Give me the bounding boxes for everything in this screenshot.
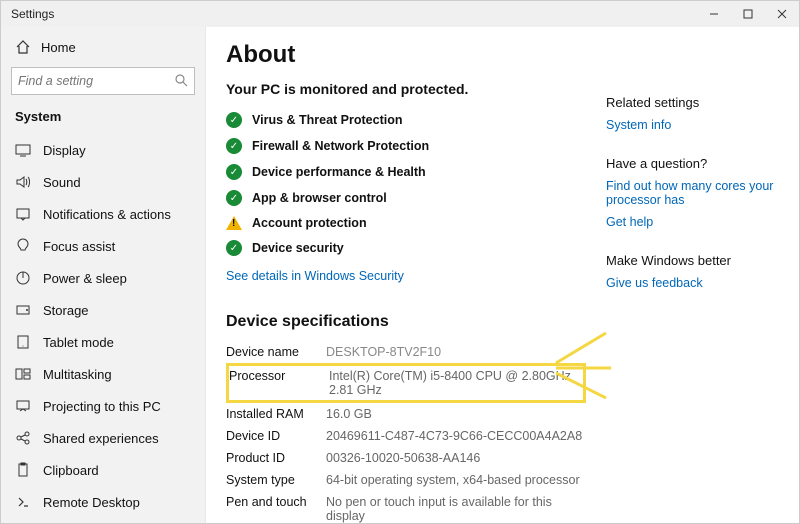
cores-help-link[interactable]: Find out how many cores your processor h… xyxy=(606,179,781,207)
titlebar: Settings xyxy=(1,1,799,27)
nav-notifications[interactable]: Notifications & actions xyxy=(1,198,205,230)
right-column: Related settings System info Have a ques… xyxy=(606,41,781,523)
check-icon: ✓ xyxy=(226,138,242,154)
spec-row-device-name: Device name DESKTOP-8TV2F10 xyxy=(226,341,586,363)
protect-item-virus: ✓Virus & Threat Protection xyxy=(226,107,586,133)
shared-icon xyxy=(15,430,31,446)
nav-remote-desktop[interactable]: Remote Desktop xyxy=(1,486,205,518)
feedback-link[interactable]: Give us feedback xyxy=(606,276,781,290)
tablet-icon xyxy=(15,334,31,350)
nav-sound[interactable]: Sound xyxy=(1,166,205,198)
protect-item-firewall: ✓Firewall & Network Protection xyxy=(226,133,586,159)
power-icon xyxy=(15,270,31,286)
search-icon xyxy=(174,73,188,90)
nav-label: Clipboard xyxy=(43,463,99,478)
device-name-value: DESKTOP-8TV2F10 xyxy=(326,345,586,359)
nav-focus-assist[interactable]: Focus assist xyxy=(1,230,205,262)
nav-display[interactable]: Display xyxy=(1,134,205,166)
nav-label: Multitasking xyxy=(43,367,112,382)
spec-row-pen-touch: Pen and touch No pen or touch input is a… xyxy=(226,491,586,523)
page-title: About xyxy=(226,41,586,69)
multitasking-icon xyxy=(15,366,31,382)
remote-desktop-icon xyxy=(15,494,31,510)
focus-assist-icon xyxy=(15,238,31,254)
nav-label: Focus assist xyxy=(43,239,115,254)
maximize-button[interactable] xyxy=(731,1,765,27)
spec-table: Device name DESKTOP-8TV2F10 Processor In… xyxy=(226,341,586,523)
nav-shared-experiences[interactable]: Shared experiences xyxy=(1,422,205,454)
nav-label: Power & sleep xyxy=(43,271,127,286)
nav-label: Display xyxy=(43,143,86,158)
section-header: System xyxy=(1,103,205,134)
minimize-button[interactable] xyxy=(697,1,731,27)
window-title: Settings xyxy=(11,7,54,21)
make-better-heading: Make Windows better xyxy=(606,253,781,268)
system-type-value: 64-bit operating system, x64-based proce… xyxy=(326,473,586,487)
search-box[interactable] xyxy=(11,67,195,95)
pen-touch-value: No pen or touch input is available for t… xyxy=(326,495,586,523)
nav-multitasking[interactable]: Multitasking xyxy=(1,358,205,390)
check-icon: ✓ xyxy=(226,240,242,256)
nav-label: Notifications & actions xyxy=(43,207,171,222)
related-settings-heading: Related settings xyxy=(606,95,781,110)
home-nav[interactable]: Home xyxy=(1,33,205,61)
ram-value: 16.0 GB xyxy=(326,407,586,421)
spec-row-product-id: Product ID 00326-10020-50638-AA146 xyxy=(226,447,586,469)
protect-item-device-security: ✓Device security xyxy=(226,235,586,261)
protect-item-account: Account protection xyxy=(226,211,586,235)
spec-row-device-id: Device ID 20469611-C487-4C73-9C66-CECC00… xyxy=(226,425,586,447)
nav-label: Projecting to this PC xyxy=(43,399,161,414)
nav-projecting[interactable]: Projecting to this PC xyxy=(1,390,205,422)
nav-label: Sound xyxy=(43,175,81,190)
check-icon: ✓ xyxy=(226,164,242,180)
get-help-link[interactable]: Get help xyxy=(606,215,781,229)
nav-label: Storage xyxy=(43,303,89,318)
check-icon: ✓ xyxy=(226,190,242,206)
sidebar: Home System Display Sound Notifications … xyxy=(1,27,206,523)
home-icon xyxy=(15,39,31,55)
search-input[interactable] xyxy=(18,74,188,88)
nav-storage[interactable]: Storage xyxy=(1,294,205,326)
nav-power-sleep[interactable]: Power & sleep xyxy=(1,262,205,294)
nav-label: Remote Desktop xyxy=(43,495,140,510)
spec-row-processor: Processor Intel(R) Core(TM) i5-8400 CPU … xyxy=(226,363,586,403)
projecting-icon xyxy=(15,398,31,414)
home-label: Home xyxy=(41,40,76,55)
product-id-value: 00326-10020-50638-AA146 xyxy=(326,451,586,465)
device-id-value: 20469611-C487-4C73-9C66-CECC00A4A2A8 xyxy=(326,429,586,443)
warning-icon xyxy=(226,216,242,230)
close-button[interactable] xyxy=(765,1,799,27)
spec-row-system-type: System type 64-bit operating system, x64… xyxy=(226,469,586,491)
nav-tablet-mode[interactable]: Tablet mode xyxy=(1,326,205,358)
nav-clipboard[interactable]: Clipboard xyxy=(1,454,205,486)
nav-label: Shared experiences xyxy=(43,431,159,446)
spec-row-ram: Installed RAM 16.0 GB xyxy=(226,403,586,425)
question-heading: Have a question? xyxy=(606,156,781,171)
protect-item-performance: ✓Device performance & Health xyxy=(226,159,586,185)
system-info-link[interactable]: System info xyxy=(606,118,781,132)
processor-value: Intel(R) Core(TM) i5-8400 CPU @ 2.80GHz … xyxy=(329,369,583,397)
security-details-link[interactable]: See details in Windows Security xyxy=(226,269,586,283)
display-icon xyxy=(15,142,31,158)
protection-subtitle: Your PC is monitored and protected. xyxy=(226,81,586,97)
storage-icon xyxy=(15,302,31,318)
clipboard-icon xyxy=(15,462,31,478)
check-icon: ✓ xyxy=(226,112,242,128)
spec-heading: Device specifications xyxy=(226,313,586,331)
protection-list: ✓Virus & Threat Protection ✓Firewall & N… xyxy=(226,107,586,261)
nav-label: Tablet mode xyxy=(43,335,114,350)
protect-item-app-browser: ✓App & browser control xyxy=(226,185,586,211)
notifications-icon xyxy=(15,206,31,222)
sound-icon xyxy=(15,174,31,190)
